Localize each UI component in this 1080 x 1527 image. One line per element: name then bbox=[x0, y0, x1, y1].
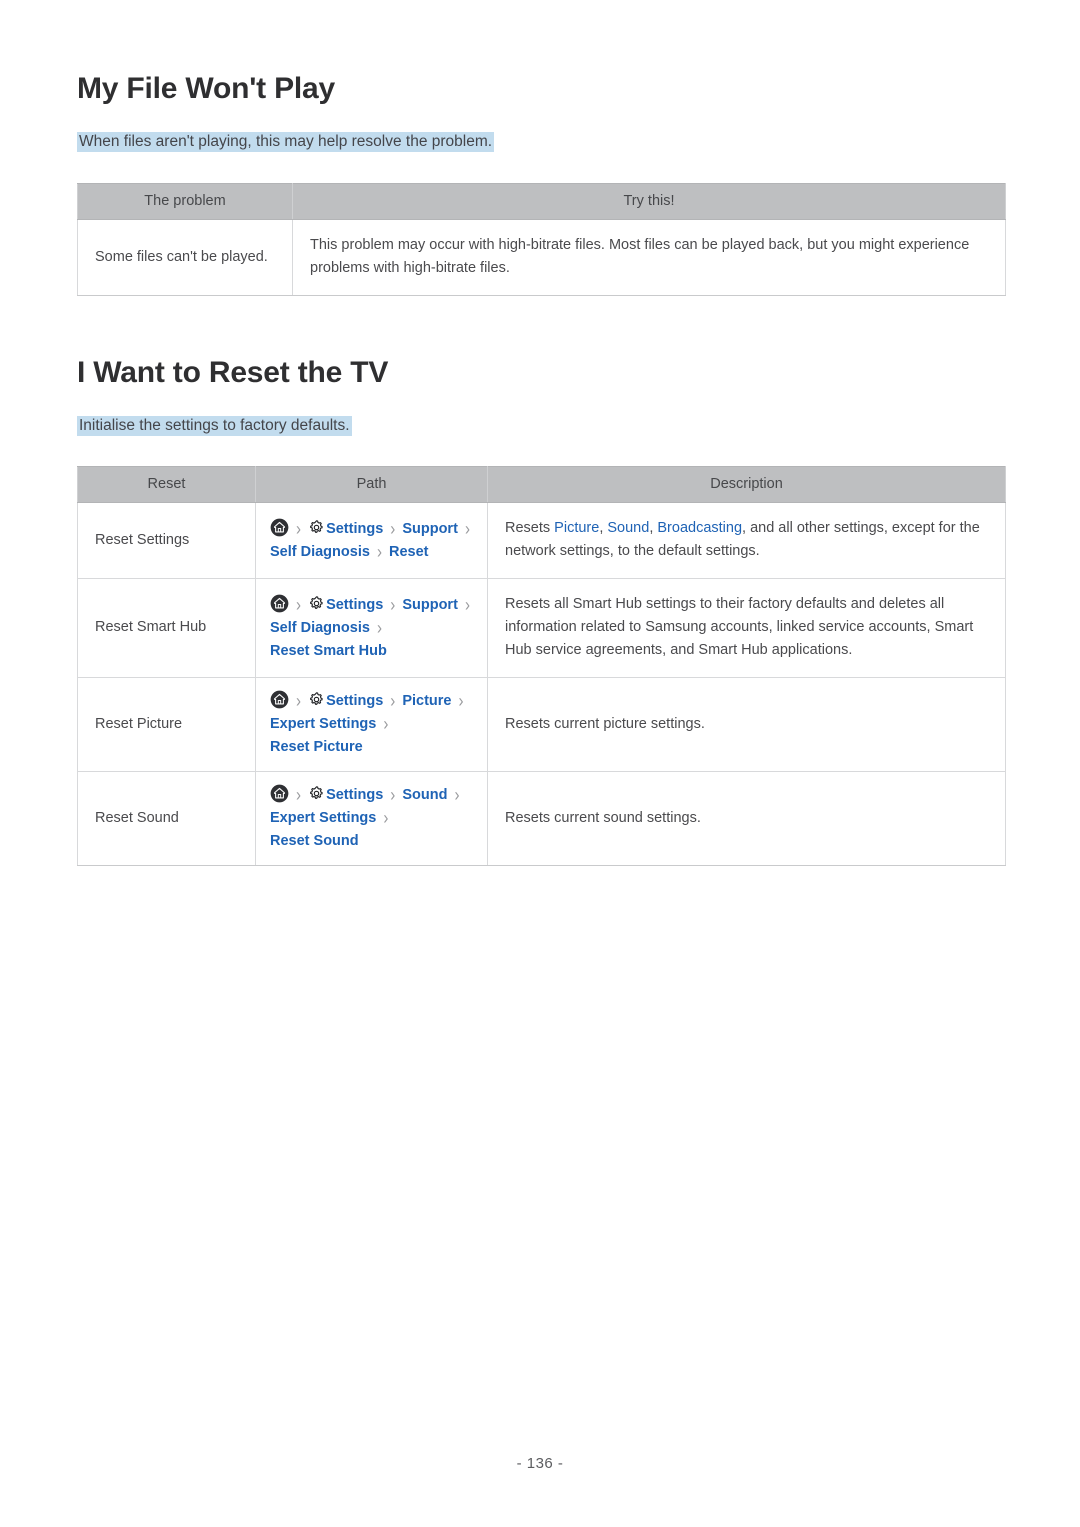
cell-description: Resets Picture, Sound, Broadcasting, and… bbox=[487, 502, 1006, 579]
chevron-right-icon: › bbox=[376, 617, 382, 639]
cell-description: Resets current picture settings. bbox=[487, 677, 1006, 772]
cell-description: Resets all Smart Hub settings to their f… bbox=[487, 578, 1006, 678]
breadcrumb-segment[interactable]: Settings bbox=[326, 787, 383, 803]
cell-problem: Some files can't be played. bbox=[77, 219, 293, 296]
gear-icon bbox=[308, 785, 325, 802]
chevron-right-icon: › bbox=[296, 690, 302, 713]
cell-path: › Settings › Sound › Expert Settings › R… bbox=[255, 771, 488, 866]
breadcrumb-segment[interactable]: Reset bbox=[389, 544, 429, 560]
chevron-right-icon: › bbox=[390, 784, 396, 807]
lead-highlight-2: Initialise the settings to factory defau… bbox=[77, 416, 352, 436]
cell-path: › Settings › Support › Self Diagnosis › bbox=[255, 578, 488, 678]
table-row: Reset Picture › Settings › Picture › Exp… bbox=[77, 677, 1006, 772]
breadcrumb-segment[interactable]: Reset Picture bbox=[270, 739, 363, 755]
breadcrumb: › Settings › Picture › Expert Settings › bbox=[270, 690, 478, 759]
chevron-right-icon: › bbox=[464, 594, 470, 616]
page-number: - 136 - bbox=[516, 1455, 564, 1472]
table-row: Some files can't be played. This problem… bbox=[77, 219, 1006, 296]
gear-icon bbox=[308, 595, 325, 612]
cell-path: › Settings › Picture › Expert Settings › bbox=[255, 677, 488, 772]
gear-icon bbox=[308, 519, 325, 536]
lead-paragraph-2: Initialise the settings to factory defau… bbox=[77, 414, 352, 438]
table-row: Reset Smart Hub › Settings › Support › S… bbox=[77, 578, 1006, 678]
column-header-reset: Reset bbox=[77, 466, 256, 503]
description-link[interactable]: Broadcasting bbox=[657, 520, 742, 536]
cell-reset-name: Reset Smart Hub bbox=[77, 578, 256, 678]
home-icon bbox=[270, 594, 289, 613]
table-header-row: Reset Path Description bbox=[77, 466, 1006, 503]
table-header-row: The problem Try this! bbox=[77, 183, 1006, 220]
chevron-right-icon: › bbox=[390, 594, 396, 616]
breadcrumb-segment[interactable]: Support bbox=[402, 597, 458, 613]
column-header-path: Path bbox=[255, 466, 488, 503]
breadcrumb: › Settings › Support › Self Diagnosis › bbox=[270, 518, 478, 564]
column-header-try-this: Try this! bbox=[292, 183, 1006, 220]
breadcrumb-segment[interactable]: Sound bbox=[402, 787, 447, 803]
cell-description: Resets current sound settings. bbox=[487, 771, 1006, 866]
document-page: My File Won't Play When files aren't pla… bbox=[0, 0, 1080, 1527]
chevron-right-icon: › bbox=[390, 690, 396, 713]
table-reset-options: Reset Path Description Reset Settings › … bbox=[77, 466, 1006, 866]
cell-reset-name: Reset Sound bbox=[77, 771, 256, 866]
breadcrumb: › Settings › Sound › Expert Settings › R… bbox=[270, 784, 478, 853]
table-row: Reset Settings › Settings › Support › Se… bbox=[77, 502, 1006, 579]
table-row: Reset Sound › Settings › Sound › Expert … bbox=[77, 771, 1006, 866]
breadcrumb-segment[interactable]: Expert Settings bbox=[270, 810, 376, 826]
breadcrumb-segment[interactable]: Reset Smart Hub bbox=[270, 643, 387, 659]
breadcrumb-segment[interactable]: Picture bbox=[402, 693, 451, 709]
breadcrumb-segment[interactable]: Self Diagnosis bbox=[270, 620, 370, 636]
chevron-right-icon: › bbox=[464, 518, 470, 540]
chevron-right-icon: › bbox=[296, 594, 302, 616]
breadcrumb: › Settings › Support › Self Diagnosis › bbox=[270, 594, 478, 663]
breadcrumb-segment[interactable]: Expert Settings bbox=[270, 716, 376, 732]
cell-reset-name: Reset Picture bbox=[77, 677, 256, 772]
cell-path: › Settings › Support › Self Diagnosis › bbox=[255, 502, 488, 579]
chevron-right-icon: › bbox=[383, 807, 389, 830]
column-header-description: Description bbox=[487, 466, 1006, 503]
chevron-right-icon: › bbox=[376, 541, 382, 563]
table-file-problems: The problem Try this! Some files can't b… bbox=[77, 183, 1006, 296]
breadcrumb-segment[interactable]: Settings bbox=[326, 521, 383, 537]
breadcrumb-segment[interactable]: Settings bbox=[326, 597, 383, 613]
chevron-right-icon: › bbox=[383, 713, 389, 736]
gear-icon bbox=[308, 691, 325, 708]
chevron-right-icon: › bbox=[296, 784, 302, 807]
lead-highlight-1: When files aren't playing, this may help… bbox=[77, 132, 495, 152]
lead-paragraph-1: When files aren't playing, this may help… bbox=[77, 130, 495, 154]
description-prefix: Resets bbox=[505, 520, 555, 536]
chevron-right-icon: › bbox=[454, 784, 460, 807]
home-icon bbox=[270, 784, 289, 803]
page-title-my-file-wont-play: My File Won't Play bbox=[77, 72, 336, 105]
description-link[interactable]: Sound bbox=[607, 520, 649, 536]
chevron-right-icon: › bbox=[296, 518, 302, 540]
page-title-i-want-to-reset-the-tv: I Want to Reset the TV bbox=[77, 356, 389, 389]
cell-reset-name: Reset Settings bbox=[77, 502, 256, 579]
column-header-the-problem: The problem bbox=[77, 183, 293, 220]
home-icon bbox=[270, 518, 289, 537]
breadcrumb-segment[interactable]: Self Diagnosis bbox=[270, 544, 370, 560]
chevron-right-icon: › bbox=[390, 518, 396, 540]
home-icon bbox=[270, 690, 289, 709]
chevron-right-icon: › bbox=[458, 690, 464, 713]
breadcrumb-segment[interactable]: Support bbox=[402, 521, 458, 537]
cell-try-this: This problem may occur with high-bitrate… bbox=[292, 219, 1006, 296]
breadcrumb-segment[interactable]: Reset Sound bbox=[270, 833, 359, 849]
description-link[interactable]: Picture bbox=[554, 520, 599, 536]
breadcrumb-segment[interactable]: Settings bbox=[326, 693, 383, 709]
